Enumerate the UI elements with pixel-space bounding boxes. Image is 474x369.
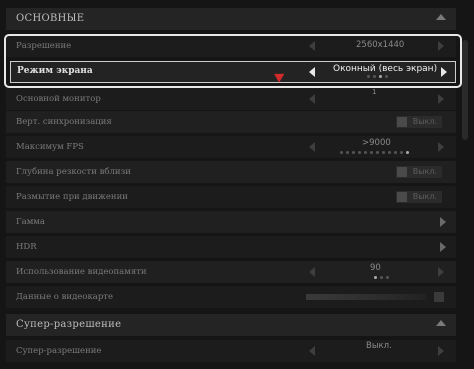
- setting-row-max-fps[interactable]: Максимум FPS >9000: [6, 136, 456, 158]
- setting-label: Данные о видеокарте: [16, 292, 114, 302]
- toggle-knob: [397, 192, 407, 202]
- section-header-super-res[interactable]: Супер-разрешение: [6, 314, 456, 336]
- setting-row-motion-blur[interactable]: Размытие при движении Выкл.: [6, 186, 456, 208]
- chevron-right-icon: [440, 217, 446, 227]
- setting-label: Основной монитор: [16, 94, 101, 104]
- setting-label: Гамма: [16, 217, 45, 227]
- arrow-left-icon[interactable]: [309, 267, 315, 277]
- toggle-knob: [397, 117, 407, 127]
- vram-usage-bar: [306, 294, 426, 300]
- section-title: Супер-разрешение: [16, 319, 122, 330]
- chevron-up-icon: [436, 14, 446, 20]
- arrow-right-icon[interactable]: [438, 94, 444, 104]
- setting-label: Использование видеопамяти: [16, 267, 147, 277]
- chevron-right-icon: [440, 242, 446, 252]
- scrollbar[interactable]: [462, 40, 468, 140]
- arrow-left-icon[interactable]: [309, 94, 315, 104]
- toggle-label: Выкл.: [412, 117, 437, 126]
- toggle-switch[interactable]: Выкл.: [396, 191, 442, 203]
- setting-label: Верт. синхронизация: [16, 117, 112, 127]
- arrow-left-icon[interactable]: [309, 142, 315, 152]
- toggle-knob: [397, 167, 407, 177]
- vram-indicator: [434, 292, 444, 302]
- setting-row-monitor[interactable]: Основной монитор 1: [6, 88, 456, 110]
- setting-label: HDR: [16, 242, 37, 252]
- toggle-label: Выкл.: [412, 167, 437, 176]
- arrow-left-icon[interactable]: [309, 346, 315, 356]
- toggle-label: Выкл.: [412, 192, 437, 201]
- highlight-frame: [4, 34, 462, 88]
- slider-track[interactable]: [340, 151, 409, 154]
- setting-row-gpu-info: Данные о видеокарте: [6, 286, 456, 308]
- toggle-switch[interactable]: Выкл.: [396, 116, 442, 128]
- setting-value: >9000: [362, 138, 391, 148]
- setting-label: Глубина резкости вблизи: [16, 167, 131, 177]
- section-title: ОСНОВНЫЕ: [16, 13, 85, 24]
- slider-track[interactable]: [374, 276, 389, 279]
- setting-label: Максимум FPS: [16, 142, 84, 152]
- setting-row-hdr[interactable]: HDR: [6, 236, 456, 258]
- settings-panel: ОСНОВНЫЕ Разрешение 2560x1440 Режим экра…: [0, 0, 474, 369]
- setting-row-vsync[interactable]: Верт. синхронизация Выкл.: [6, 111, 456, 133]
- section-header-main[interactable]: ОСНОВНЫЕ: [6, 8, 456, 30]
- setting-row-super-res[interactable]: Супер-разрешение Выкл.: [6, 340, 456, 362]
- setting-label: Размытие при движении: [16, 192, 128, 202]
- chevron-up-icon: [436, 320, 446, 326]
- arrow-right-icon[interactable]: [438, 346, 444, 356]
- arrow-right-icon[interactable]: [438, 142, 444, 152]
- setting-label: Супер-разрешение: [16, 346, 102, 356]
- setting-row-gamma[interactable]: Гамма: [6, 211, 456, 233]
- setting-value: 1: [372, 88, 377, 96]
- arrow-right-icon[interactable]: [438, 267, 444, 277]
- setting-value: 90: [370, 263, 381, 273]
- toggle-switch[interactable]: Выкл.: [396, 166, 442, 178]
- setting-value: Выкл.: [366, 341, 392, 351]
- setting-row-dof[interactable]: Глубина резкости вблизи Выкл.: [6, 161, 456, 183]
- setting-row-vram[interactable]: Использование видеопамяти 90: [6, 261, 456, 283]
